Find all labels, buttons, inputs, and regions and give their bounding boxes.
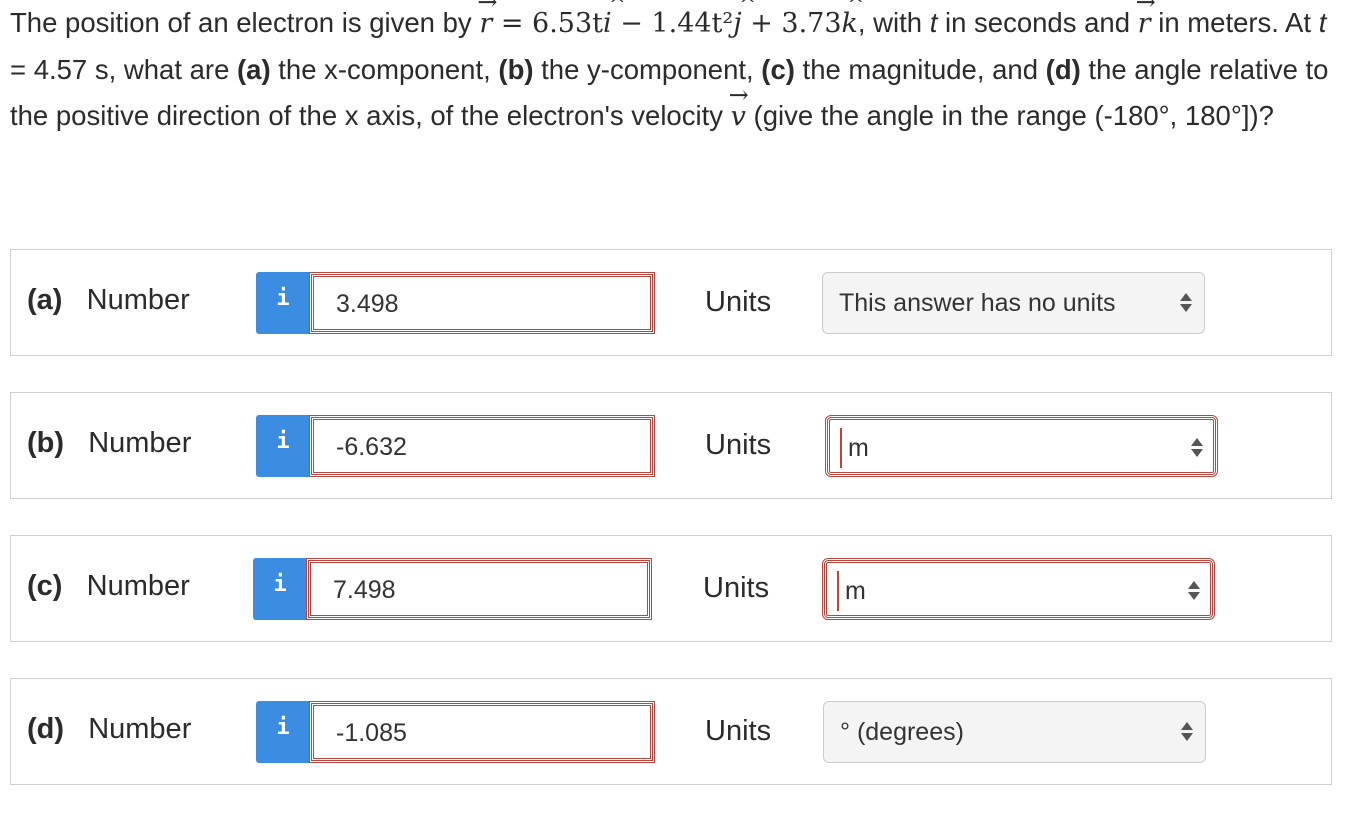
question-segment: = 4.57 s, what are bbox=[10, 54, 238, 85]
vector-v: v bbox=[729, 72, 749, 140]
question-text: The position of an electron is given by … bbox=[10, 0, 1340, 140]
answer-input[interactable]: -1.085 bbox=[309, 701, 655, 763]
units-value: ° (degrees) bbox=[840, 718, 964, 746]
equation-part: + 3.73 bbox=[741, 8, 842, 39]
units-value: This answer has no units bbox=[839, 289, 1116, 317]
variable-t: t bbox=[1318, 7, 1327, 38]
answer-value: -1.085 bbox=[336, 719, 407, 747]
info-button[interactable]: i bbox=[256, 701, 310, 763]
select-arrows-icon bbox=[1191, 436, 1203, 460]
part-c-ref: (c) bbox=[761, 54, 795, 85]
answer-row-c: (c) Number i 7.498 Units m bbox=[10, 535, 1332, 642]
answer-value: 3.498 bbox=[336, 290, 399, 318]
question-segment: in seconds and bbox=[937, 7, 1138, 38]
part-d-ref: (d) bbox=[1045, 54, 1081, 85]
info-button[interactable]: i bbox=[253, 558, 307, 620]
part-label: (c) bbox=[27, 570, 63, 602]
equation-part: = 6.53t bbox=[492, 8, 603, 39]
row-label: (a) Number bbox=[27, 284, 190, 317]
row-label: (d) Number bbox=[27, 713, 191, 746]
answer-row-b: (b) Number i -6.632 Units m bbox=[10, 392, 1332, 499]
answer-value: 7.498 bbox=[333, 576, 396, 604]
part-label: (d) bbox=[27, 713, 65, 745]
vector-r: r bbox=[477, 0, 497, 47]
answer-input[interactable]: -6.632 bbox=[309, 415, 655, 477]
number-label: Number bbox=[86, 570, 190, 602]
unit-vector-k: k bbox=[842, 0, 865, 47]
question-segment: the magnitude, and bbox=[794, 54, 1046, 85]
answer-row-a: (a) Number i 3.498 Units This answer has… bbox=[10, 249, 1332, 356]
units-value: m bbox=[845, 577, 866, 605]
number-label: Number bbox=[88, 713, 192, 745]
select-arrows-icon bbox=[1181, 720, 1193, 744]
units-select[interactable]: This answer has no units bbox=[822, 272, 1205, 334]
units-label: Units bbox=[705, 715, 772, 747]
units-label: Units bbox=[705, 429, 772, 461]
answer-row-d: (d) Number i -1.085 Units ° (degrees) bbox=[10, 678, 1332, 785]
select-arrows-icon bbox=[1188, 579, 1200, 603]
text-cursor bbox=[840, 428, 842, 468]
info-button[interactable]: i bbox=[256, 272, 310, 334]
question-segment: the y-component, bbox=[533, 54, 762, 85]
unit-vector-i: i bbox=[603, 0, 625, 47]
answer-value: -6.632 bbox=[336, 433, 407, 461]
units-select[interactable]: ° (degrees) bbox=[823, 701, 1206, 763]
units-label: Units bbox=[703, 572, 770, 604]
part-a-ref: (a) bbox=[237, 54, 271, 85]
row-label: (b) Number bbox=[27, 427, 191, 460]
question-segment: the x-component, bbox=[270, 54, 499, 85]
position-equation: r = 6.53ti − 1.44t²j + 3.73k bbox=[477, 0, 864, 39]
number-label: Number bbox=[86, 284, 190, 316]
number-label: Number bbox=[88, 427, 192, 459]
question-segment: , with bbox=[857, 7, 930, 38]
part-label: (b) bbox=[27, 427, 65, 459]
answer-input[interactable]: 3.498 bbox=[309, 272, 655, 334]
units-select[interactable]: m bbox=[825, 415, 1218, 477]
units-label: Units bbox=[705, 286, 772, 318]
units-value: m bbox=[848, 434, 869, 462]
select-arrows-icon bbox=[1180, 291, 1192, 315]
part-b-ref: (b) bbox=[498, 54, 534, 85]
row-label: (c) Number bbox=[27, 570, 190, 603]
question-segment: (give the angle in the range (-180°, 180… bbox=[745, 100, 1274, 131]
answer-input[interactable]: 7.498 bbox=[306, 558, 652, 620]
unit-vector-j: j bbox=[733, 0, 757, 47]
part-label: (a) bbox=[27, 284, 63, 316]
question-segment: The position of an electron is given by bbox=[10, 7, 480, 38]
question-segment: in meters. At bbox=[1150, 7, 1319, 38]
units-select[interactable]: m bbox=[822, 558, 1215, 620]
text-cursor bbox=[837, 571, 839, 611]
vector-r: r bbox=[1136, 0, 1156, 47]
info-button[interactable]: i bbox=[256, 415, 310, 477]
equation-part: − 1.44t² bbox=[611, 8, 734, 39]
